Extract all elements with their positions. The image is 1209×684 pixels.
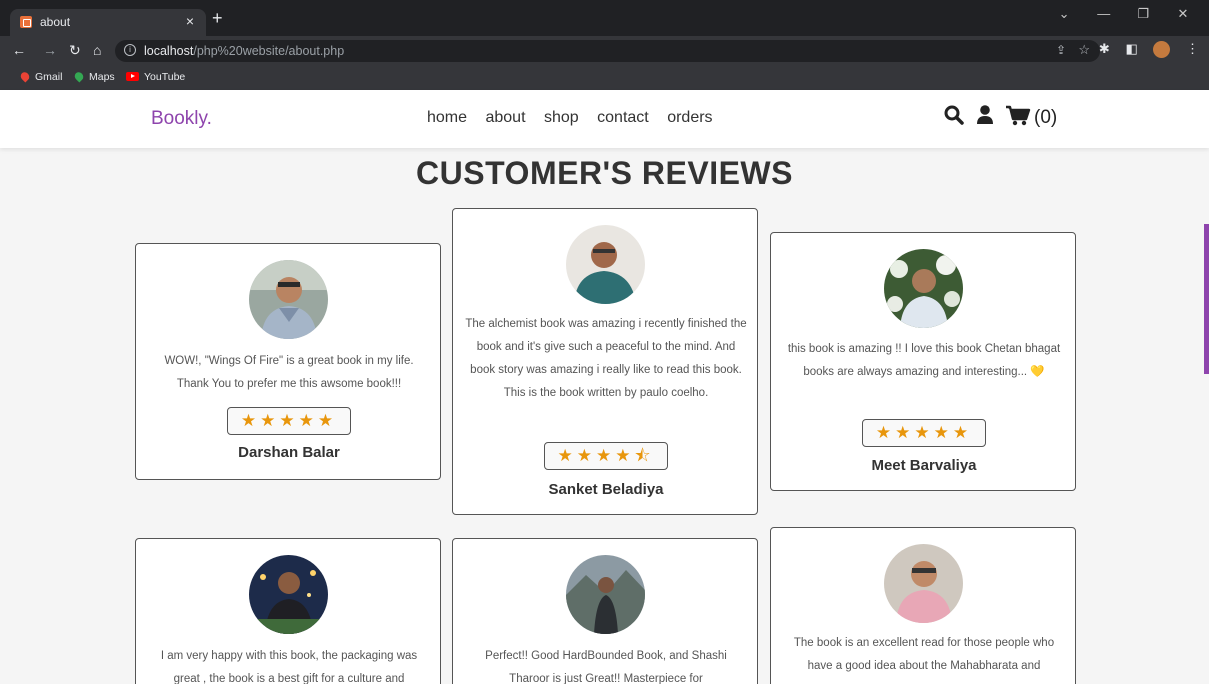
url-text[interactable]: localhost/php%20website/about.php [144, 44, 344, 58]
close-window-icon[interactable]: ✕ [1165, 6, 1201, 22]
cart-icon[interactable] [1005, 104, 1031, 126]
reviewer-avatar [249, 260, 328, 339]
cart-count[interactable]: (0) [1034, 107, 1057, 129]
reviewer-avatar [566, 225, 645, 304]
new-tab-icon[interactable]: + [212, 8, 223, 29]
user-icon[interactable] [976, 104, 994, 126]
bookmark-label: Maps [89, 71, 115, 83]
bookmarks-bar: Gmail Maps YouTube [0, 66, 1209, 90]
maps-pin-icon [72, 70, 86, 83]
reviewer-name: Sanket Beladiya [548, 481, 664, 498]
url-path: /php%20website/about.php [193, 44, 345, 58]
minimize-icon[interactable]: — [1086, 6, 1122, 21]
profile-avatar-icon[interactable] [1153, 41, 1171, 59]
nav-contact[interactable]: contact [597, 109, 649, 126]
review-text: The alchemist book was amazing i recentl… [465, 318, 747, 399]
gmail-pin-icon [18, 70, 32, 83]
reviewer-avatar [566, 555, 645, 634]
bookmark-maps[interactable]: Maps [72, 70, 115, 83]
bookmark-label: Gmail [35, 71, 63, 83]
reviewer-name: Meet Barvaliya [871, 457, 977, 474]
review-card: WOW!, "Wings Of Fire" is a great book in… [135, 243, 441, 480]
reviewer-avatar [884, 249, 963, 328]
rating-stars: ★★★★★ [227, 407, 351, 435]
browser-toolbar: ← → ↻ ⌂ i localhost/php%20website/about.… [0, 36, 1209, 66]
review-text: WOW!, "Wings Of Fire" is a great book in… [164, 355, 414, 390]
nav-orders[interactable]: orders [667, 109, 712, 126]
window-controls: ⌄ — ❐ ✕ [1046, 6, 1201, 22]
browser-tab-strip: about × + ⌄ — ❐ ✕ [0, 0, 1209, 36]
site-favicon-icon [20, 16, 32, 28]
bookmark-gmail[interactable]: Gmail [18, 70, 63, 83]
review-text: I am very happy with this book, the pack… [160, 650, 418, 684]
browser-tab-active[interactable]: about × [10, 9, 206, 36]
tab-search-icon[interactable]: ⌄ [1046, 6, 1082, 22]
review-card: The book is an excellent read for those … [770, 527, 1076, 684]
review-card: this book is amazing !! I love this book… [770, 232, 1076, 491]
toolbar-actions: ✱ ◧ ⋮ [1087, 41, 1199, 59]
site-info-icon[interactable]: i [124, 44, 136, 56]
reload-icon[interactable]: ↻ [69, 42, 81, 59]
rating-stars: ★★★★★ [862, 419, 986, 447]
review-text: The book is an excellent read for those … [793, 637, 1055, 672]
search-icon[interactable] [944, 104, 964, 126]
page-scroll-indicator[interactable] [1204, 224, 1209, 374]
rating-stars: ★★★★⯪ [544, 442, 668, 470]
review-card: I am very happy with this book, the pack… [135, 538, 441, 684]
extensions-icon[interactable]: ✱ [1099, 41, 1110, 57]
address-bar[interactable]: i localhost/php%20website/about.php ⇪ ☆ [115, 40, 1100, 62]
nav-shop[interactable]: shop [544, 109, 579, 126]
nav-about[interactable]: about [485, 109, 525, 126]
maximize-icon[interactable]: ❐ [1125, 6, 1161, 22]
reviewer-name: Darshan Balar [238, 444, 340, 461]
tab-title: about [40, 15, 71, 29]
reviewer-avatar [249, 555, 328, 634]
reviewer-avatar [884, 544, 963, 623]
review-text: this book is amazing !! I love this book… [787, 343, 1061, 378]
more-menu-icon[interactable]: ⋮ [1186, 41, 1199, 57]
reviews-title: CUSTOMER'S REVIEWS [416, 155, 793, 191]
bookmark-youtube[interactable]: YouTube [126, 71, 185, 83]
url-host: localhost [144, 44, 194, 58]
nav-home[interactable]: home [427, 109, 467, 126]
youtube-icon [126, 72, 139, 81]
bookmark-label: YouTube [144, 71, 186, 83]
back-icon[interactable]: ← [12, 42, 26, 58]
side-panel-icon[interactable]: ◧ [1125, 41, 1137, 57]
review-card: Perfect!! Good HardBounded Book, and Sha… [452, 538, 758, 684]
home-icon[interactable]: ⌂ [93, 42, 101, 58]
share-icon[interactable]: ⇪ [1056, 43, 1066, 57]
review-text: Perfect!! Good HardBounded Book, and Sha… [485, 650, 727, 684]
main-nav: home about shop contact orders [427, 109, 727, 127]
tab-close-icon[interactable]: × [186, 13, 194, 29]
review-card: The alchemist book was amazing i recentl… [452, 208, 758, 515]
forward-icon[interactable]: → [43, 42, 57, 58]
site-logo[interactable]: Bookly. [151, 108, 212, 130]
site-header: Bookly. home about shop contact orders (… [0, 90, 1209, 148]
